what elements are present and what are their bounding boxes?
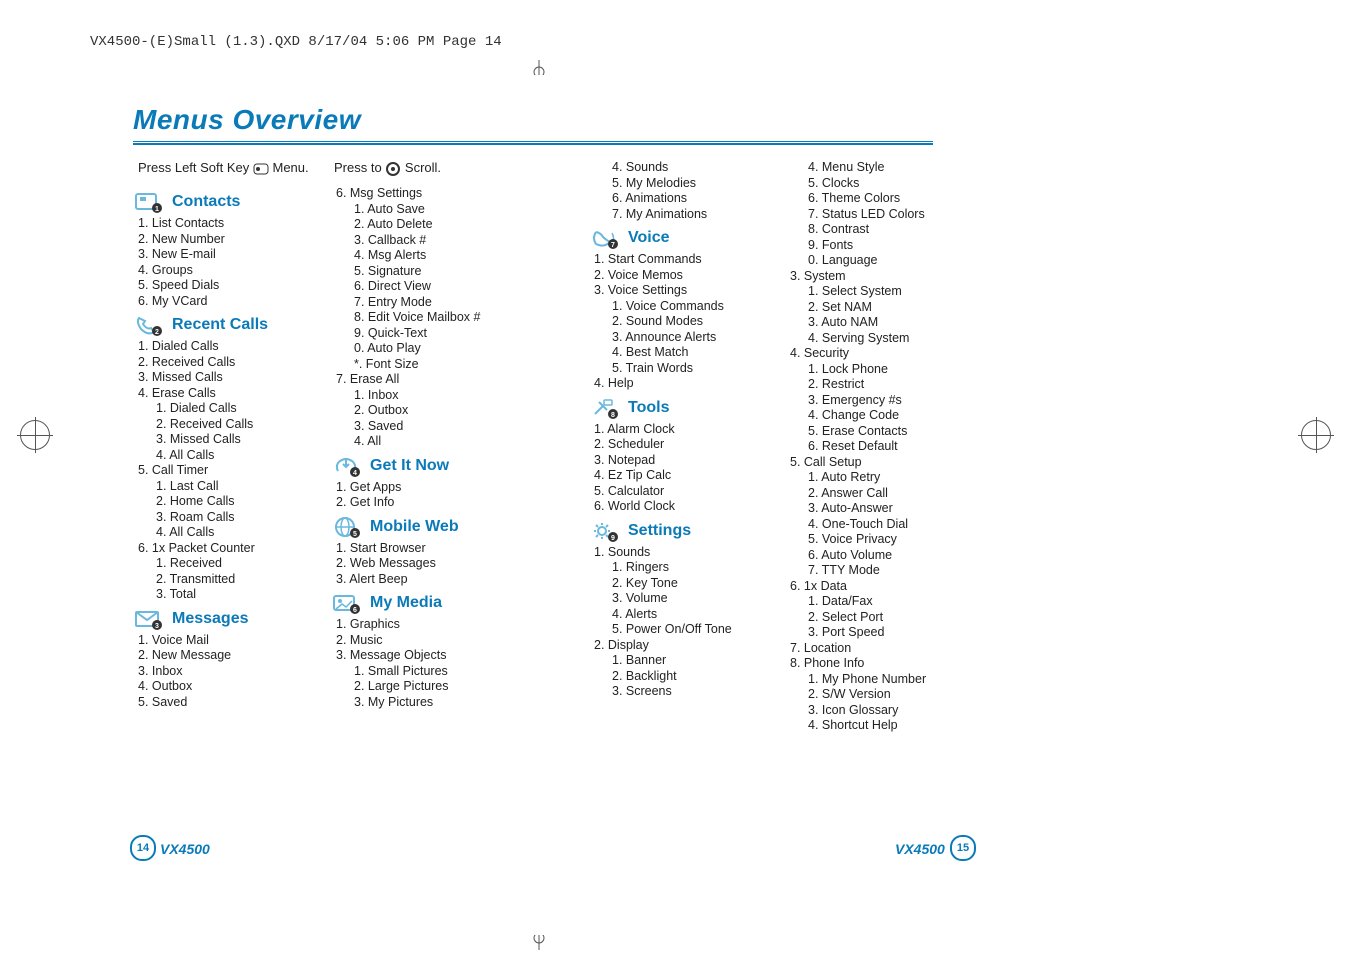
column-4: 4. Menu Style 5. Clocks 6. Theme Colors … xyxy=(786,160,976,736)
contacts-icon: 1 xyxy=(134,191,166,213)
column-3: 4. Sounds 5. My Melodies 6. Animations 7… xyxy=(590,160,780,702)
mymedia-items: 1. Graphics 2. Music 3. Message Objects … xyxy=(336,617,532,710)
title-rule-thin xyxy=(133,141,933,142)
instruction-right: Press to Scroll. xyxy=(334,160,441,176)
registration-mark-right xyxy=(1301,420,1331,450)
section-get-it-now: 4 Get It Now xyxy=(332,456,532,478)
model-right: VX4500 xyxy=(895,841,945,857)
column-1: 1 Contacts 1. List Contacts 2. New Numbe… xyxy=(134,186,329,712)
model-left: VX4500 xyxy=(160,841,210,857)
svg-text:7: 7 xyxy=(611,242,615,249)
msg-settings-items: 6. Msg Settings 1. Auto Save 2. Auto Del… xyxy=(336,186,532,450)
mymedia-cont-items: 4. Sounds 5. My Melodies 6. Animations 7… xyxy=(594,160,780,222)
settings-items: 1. Sounds 1. Ringers 2. Key Tone 3. Volu… xyxy=(594,545,780,700)
mobileweb-items: 1. Start Browser 2. Web Messages 3. Aler… xyxy=(336,541,532,588)
crop-mark-bottom xyxy=(527,935,551,950)
section-mobile-web: 5 Mobile Web xyxy=(332,517,532,539)
mobile-web-icon: 5 xyxy=(332,516,364,538)
settings-icon: 9 xyxy=(590,520,622,542)
tools-items: 1. Alarm Clock 2. Scheduler 3. Notepad 4… xyxy=(594,422,780,515)
page-number-right: 15 xyxy=(950,835,976,861)
section-settings: 9 Settings xyxy=(590,521,780,543)
title-rule-thick xyxy=(133,143,933,145)
get-it-now-icon: 4 xyxy=(332,455,364,477)
svg-text:5: 5 xyxy=(353,531,357,538)
svg-text:3: 3 xyxy=(155,623,159,630)
section-contacts: 1 Contacts xyxy=(134,192,329,214)
svg-text:4: 4 xyxy=(353,470,357,477)
svg-text:8: 8 xyxy=(611,412,615,419)
svg-text:1: 1 xyxy=(155,206,159,213)
instruction-left: Press Left Soft Key Menu. xyxy=(138,160,309,175)
print-header: VX4500-(E)Small (1.3).QXD 8/17/04 5:06 P… xyxy=(90,34,502,50)
messages-items: 1. Voice Mail 2. New Message 3. Inbox 4.… xyxy=(138,633,329,711)
page-number-left: 14 xyxy=(130,835,156,861)
crop-mark-top xyxy=(527,60,551,75)
svg-text:2: 2 xyxy=(155,329,159,336)
section-tools: 8 Tools xyxy=(590,398,780,420)
page-title: Menus Overview xyxy=(133,104,361,136)
navkey-icon xyxy=(385,162,401,176)
recent-items: 1. Dialed Calls 2. Received Calls 3. Mis… xyxy=(138,339,329,603)
section-recent-calls: 2 Recent Calls xyxy=(134,315,329,337)
messages-icon: 3 xyxy=(134,608,166,630)
column-2: 6. Msg Settings 1. Auto Save 2. Auto Del… xyxy=(332,186,532,712)
getitnow-items: 1. Get Apps 2. Get Info xyxy=(336,480,532,511)
svg-text:6: 6 xyxy=(353,607,357,614)
voice-icon: 7 xyxy=(590,227,622,249)
settings-cont-items: 4. Menu Style 5. Clocks 6. Theme Colors … xyxy=(790,160,976,734)
my-media-icon: 6 xyxy=(332,592,364,614)
softkey-icon xyxy=(253,163,269,175)
svg-text:9: 9 xyxy=(611,535,615,542)
section-voice: 7 Voice xyxy=(590,228,780,250)
voice-items: 1. Start Commands 2. Voice Memos 3. Voic… xyxy=(594,252,780,392)
registration-mark-left xyxy=(20,420,50,450)
section-my-media: 6 My Media xyxy=(332,593,532,615)
contacts-items: 1. List Contacts 2. New Number 3. New E-… xyxy=(138,216,329,309)
tools-icon: 8 xyxy=(590,397,622,419)
section-messages: 3 Messages xyxy=(134,609,329,631)
recent-calls-icon: 2 xyxy=(134,314,166,336)
